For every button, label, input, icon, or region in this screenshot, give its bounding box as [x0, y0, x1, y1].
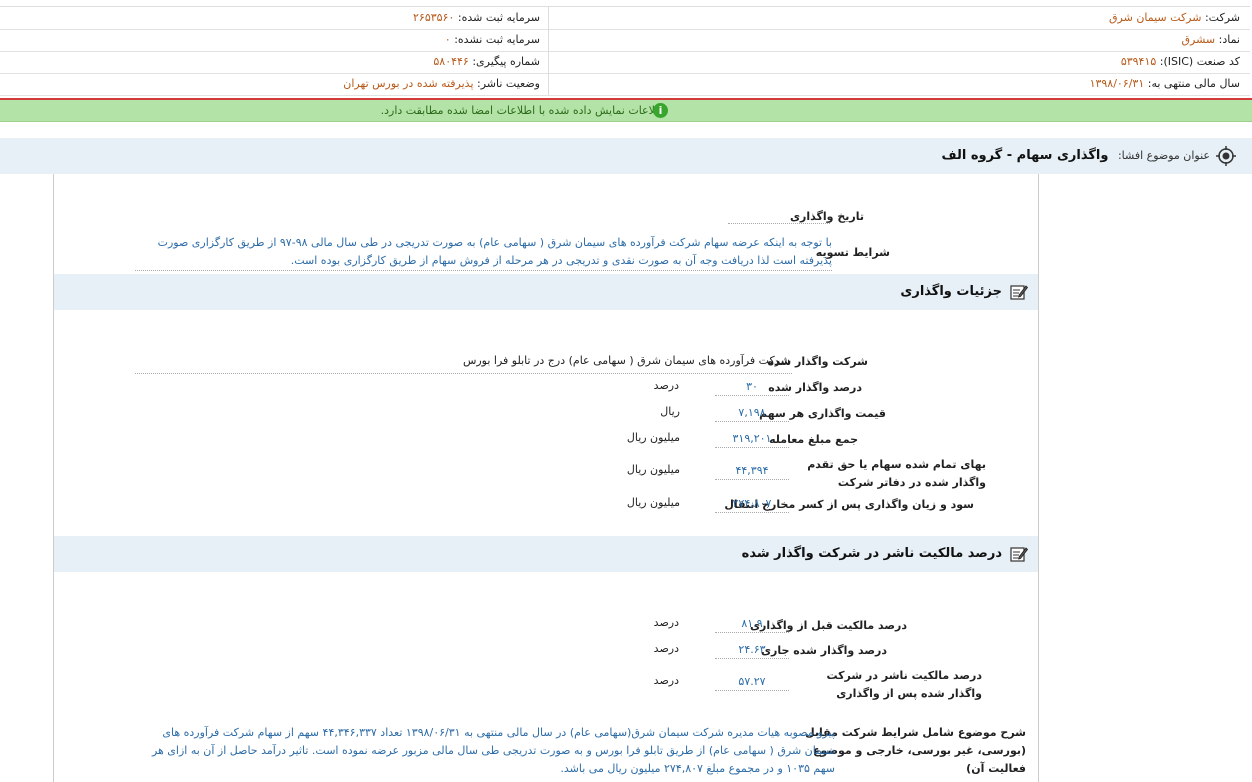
profit-value: ۲۷۴,۸۰۷	[715, 495, 789, 513]
isic-label: کد صنعت (ISIC):	[1159, 55, 1240, 68]
header-row: نماد: سشرق سرمایه ثبت نشده: ۰	[0, 29, 1250, 52]
price-unit: ریال	[660, 405, 680, 418]
isic-cell: کد صنعت (ISIC): ۵۳۹۴۱۵	[1121, 51, 1240, 73]
notice-message: اطلاعات نمایش داده شده با اطلاعات امضا ش…	[380, 104, 667, 117]
fiscal-label: سال مالی منتهی به:	[1147, 77, 1240, 90]
section-header-details: جزئیات واگذاری	[54, 274, 1038, 310]
percent-value: ۳۰	[715, 378, 789, 396]
company-value: شرکت سیمان شرق	[1109, 11, 1202, 24]
info-icon: i	[653, 103, 668, 118]
date-value	[728, 206, 830, 224]
unreg-capital-value: ۰	[444, 33, 451, 46]
header-row: سال مالی منتهی به: ۱۳۹۸/۰۶/۳۱ وضعیت ناشر…	[0, 73, 1250, 96]
tracking-label: شماره پیگیری:	[472, 55, 540, 68]
topic-label: عنوان موضوع افشا:	[1117, 149, 1210, 162]
book-value: ۴۴,۳۹۴	[715, 462, 789, 480]
edit-icon	[1010, 285, 1028, 300]
ownership-after-label: درصد مالکیت ناشر در شرکت واگذار شده پس ا…	[826, 669, 982, 700]
header-row: کد صنعت (ISIC): ۵۳۹۴۱۵ شماره پیگیری: ۵۸۰…	[0, 51, 1250, 74]
fiscal-value: ۱۳۹۸/۰۶/۳۱	[1089, 77, 1145, 90]
reg-capital-value: ۲۶۵۳۵۶۰	[413, 11, 455, 24]
description-value: پیرو مصوبه هیات مدیره شرکت سیمان شرق(سها…	[151, 726, 835, 775]
ownership-current-value: ۲۴.۶۳	[715, 641, 789, 659]
company-cell: شرکت: شرکت سیمان شرق	[1109, 7, 1240, 29]
symbol-label: نماد:	[1218, 33, 1240, 46]
ownership-before-value: ۸۱.۹	[715, 615, 789, 633]
reg-capital-label: سرمایه ثبت شده:	[457, 11, 540, 24]
ownership-after-value: ۵۷.۲۷	[715, 673, 789, 691]
settlement-value: با توجه به اینکه عرضه سهام شرکت فرآورده …	[135, 234, 832, 271]
description-label: شرح موضوع شامل شرایط شرکت مقابل (بورسی، …	[805, 726, 1026, 775]
book-value-label: بهای تمام شده سهام یا حق تقدم واگذار شده…	[807, 458, 986, 489]
header-info-table: شرکت: شرکت سیمان شرق سرمایه ثبت شده: ۲۶۵…	[0, 6, 1250, 96]
target-icon	[1216, 146, 1236, 166]
unreg-capital-label: سرمایه ثبت نشده:	[454, 33, 540, 46]
tracking-value: ۵۸۰۴۴۶	[433, 55, 469, 68]
section-header-ownership: درصد مالکیت ناشر در شرکت واگذار شده	[54, 536, 1038, 572]
price-value: ۷,۱۹۸	[715, 404, 789, 422]
topic-value: واگذاری سهام - گروه الف	[941, 148, 1109, 163]
symbol-value: سشرق	[1181, 33, 1216, 46]
panel-border-right	[1038, 174, 1039, 782]
book-unit: میلیون ریال	[626, 463, 680, 476]
percent-unit: درصد	[653, 379, 679, 392]
status-label: وضعیت ناشر:	[477, 77, 540, 90]
status-value: پذیرفته شده در بورس تهران	[343, 77, 474, 90]
ownership-before-unit: درصد	[653, 616, 679, 629]
reg-capital-cell: سرمایه ثبت شده: ۲۶۵۳۵۶۰	[413, 7, 540, 29]
topic-title: عنوان موضوع افشا: واگذاری سهام - گروه ال…	[941, 138, 1210, 174]
fiscal-cell: سال مالی منتهی به: ۱۳۹۸/۰۶/۳۱	[1090, 73, 1240, 95]
profit-unit: میلیون ریال	[626, 496, 680, 509]
ownership-current-unit: درصد	[653, 642, 679, 655]
status-cell: وضعیت ناشر: پذیرفته شده در بورس تهران	[343, 73, 540, 95]
panel-border-left	[53, 174, 54, 782]
ownership-after-unit: درصد	[653, 674, 679, 687]
section-title-ownership: درصد مالکیت ناشر در شرکت واگذار شده	[741, 546, 1002, 561]
transferred-company-value: شرکت فرآورده های سیمان شرق ( سهامی عام) …	[462, 354, 790, 367]
edit-icon	[1010, 547, 1028, 562]
notice-bar: اطلاعات نمایش داده شده با اطلاعات امضا ش…	[0, 100, 1252, 122]
total-value: ۳۱۹,۲۰۱	[715, 430, 789, 448]
header-row: شرکت: شرکت سیمان شرق سرمایه ثبت شده: ۲۶۵…	[0, 7, 1250, 30]
unreg-capital-cell: سرمایه ثبت نشده: ۰	[445, 29, 540, 51]
tracking-cell: شماره پیگیری: ۵۸۰۴۴۶	[433, 51, 540, 73]
topic-bar: عنوان موضوع افشا: واگذاری سهام - گروه ال…	[0, 138, 1252, 174]
symbol-cell: نماد: سشرق	[1181, 29, 1240, 51]
total-unit: میلیون ریال	[626, 431, 680, 444]
isic-value: ۵۳۹۴۱۵	[1120, 55, 1157, 68]
section-title-details: جزئیات واگذاری	[900, 284, 1002, 299]
company-label: شرکت:	[1204, 11, 1240, 24]
